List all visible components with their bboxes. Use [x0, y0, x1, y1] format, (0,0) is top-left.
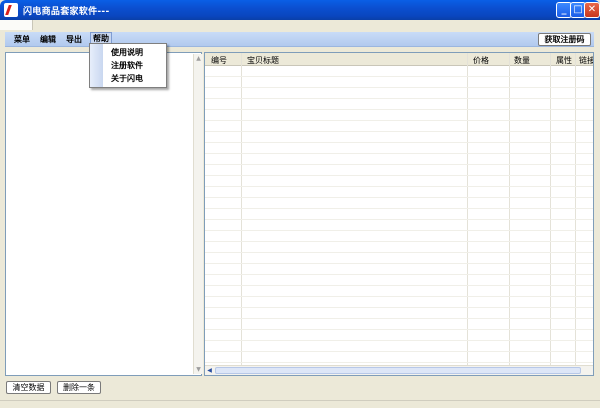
help-dropdown-menu: 使用说明 注册软件 关于闪电 [89, 43, 167, 88]
table-row [205, 263, 593, 264]
horizontal-scrollbar[interactable]: ◀ [205, 365, 593, 375]
tab-main[interactable] [0, 20, 33, 30]
column-header-id[interactable]: 编号 [211, 55, 227, 66]
table-row [205, 241, 593, 242]
table-row [205, 131, 593, 132]
table-row [205, 340, 593, 341]
scroll-up-icon[interactable]: ▲ [194, 54, 203, 63]
table-row [205, 98, 593, 99]
close-button[interactable]: ✕ [584, 2, 600, 18]
vertical-scrollbar[interactable]: ▲ ▼ [193, 54, 203, 374]
menu-gutter [90, 44, 103, 87]
column-header-attributes[interactable]: 属性 [556, 55, 572, 66]
column-divider [509, 53, 510, 375]
column-divider [467, 53, 468, 375]
table-row [205, 351, 593, 352]
product-table[interactable]: 编号 宝贝标题 价格 数量 属性 链接 ◀ [204, 52, 594, 376]
menu-item-about[interactable]: 关于闪电 [111, 73, 143, 84]
table-row [205, 109, 593, 110]
app-logo-icon [4, 3, 18, 17]
table-row [205, 219, 593, 220]
table-row [205, 318, 593, 319]
table-row [205, 197, 593, 198]
left-list-panel[interactable]: ▲ ▼ [5, 52, 203, 376]
table-row [205, 274, 593, 275]
table-row [205, 164, 593, 165]
table-row [205, 230, 593, 231]
table-row [205, 296, 593, 297]
title-bar[interactable]: 闪电商品套家软件--- _ □ ✕ [0, 0, 600, 20]
scroll-left-icon[interactable]: ◀ [205, 366, 214, 375]
table-row [205, 76, 593, 77]
table-row [205, 87, 593, 88]
delete-one-button[interactable]: 删除一条 [57, 381, 101, 394]
table-row [205, 120, 593, 121]
column-header-quantity[interactable]: 数量 [514, 55, 530, 66]
table-row [205, 329, 593, 330]
window-title: 闪电商品套家软件--- [23, 7, 110, 17]
menu-item-menu[interactable]: 菜单 [14, 34, 30, 45]
tab-strip [0, 20, 600, 30]
table-row [205, 142, 593, 143]
table-header: 编号 宝贝标题 价格 数量 属性 链接 [205, 53, 593, 66]
table-row [205, 175, 593, 176]
table-row [205, 252, 593, 253]
menu-item-user-guide[interactable]: 使用说明 [111, 47, 143, 58]
menu-item-register-software[interactable]: 注册软件 [111, 60, 143, 71]
column-header-link[interactable]: 链接 [579, 55, 593, 66]
clear-data-button[interactable]: 清空数据 [6, 381, 51, 394]
table-row [205, 208, 593, 209]
column-header-price[interactable]: 价格 [473, 55, 489, 66]
column-header-title[interactable]: 宝贝标题 [247, 55, 279, 66]
get-registration-code-button[interactable]: 获取注册码 [538, 33, 591, 46]
table-row [205, 285, 593, 286]
app-window: 闪电商品套家软件--- _ □ ✕ 菜单 编辑 导出 帮助 获取注册码 ▲ ▼ … [0, 0, 600, 408]
scrollbar-thumb[interactable] [215, 367, 581, 374]
table-row [205, 153, 593, 154]
column-divider [575, 53, 576, 375]
scroll-down-icon[interactable]: ▼ [194, 365, 203, 374]
menu-item-edit[interactable]: 编辑 [40, 34, 56, 45]
column-divider [241, 53, 242, 375]
menu-item-export[interactable]: 导出 [66, 34, 82, 45]
column-divider [550, 53, 551, 375]
table-row [205, 307, 593, 308]
table-row [205, 362, 593, 363]
table-row [205, 186, 593, 187]
